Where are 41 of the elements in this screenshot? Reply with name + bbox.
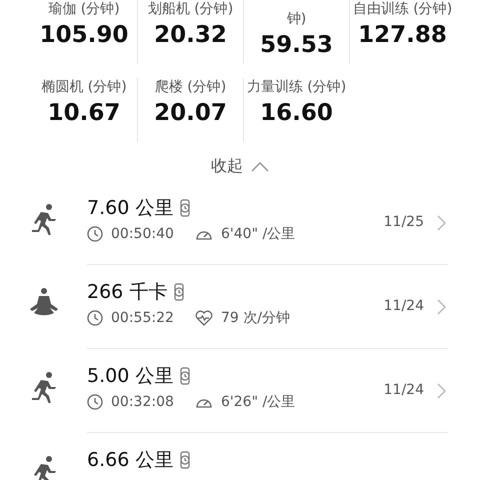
record-date: 11/25 — [384, 214, 424, 230]
duration-text: 00:50:40 — [111, 226, 174, 242]
record-title: 266 千卡 — [87, 280, 168, 305]
clock-icon — [87, 310, 103, 326]
record-title: 7.60 公里 — [87, 196, 174, 221]
record-title: 5.00 公里 — [87, 364, 174, 389]
chevron-right-icon — [437, 215, 446, 231]
record-date: 11/24 — [384, 382, 424, 398]
watch-icon — [179, 199, 192, 217]
chevron-right-icon — [437, 299, 446, 315]
duration-text: 00:55:22 — [111, 310, 174, 326]
stat-label: 力量训练 (分钟) — [246, 78, 346, 96]
clock-icon — [87, 226, 103, 242]
metric-text: 6'26" /公里 — [221, 393, 296, 411]
stat-label: 自由训练 (分钟) — [352, 0, 452, 18]
stat-label: 钟) — [286, 10, 306, 28]
stat-value: 59.53 — [260, 32, 333, 58]
collapse-button[interactable]: 收起 — [211, 156, 269, 177]
meditation-icon — [28, 287, 60, 317]
record-date: 11/24 — [384, 298, 424, 314]
stat-label: 爬楼 (分钟) — [154, 78, 226, 96]
chevron-up-icon — [251, 162, 269, 172]
stat-value: 16.60 — [260, 100, 333, 126]
heart-rate-icon — [195, 310, 213, 326]
stat-value: 20.07 — [154, 100, 227, 126]
duration-text: 00:32:08 — [111, 394, 174, 410]
stat-value: 127.88 — [358, 22, 447, 48]
stat-value: 10.67 — [48, 100, 120, 126]
stat-label: 椭圆机 (分钟) — [41, 78, 127, 96]
stat-value: 105.90 — [40, 22, 128, 48]
stat-value: 20.32 — [154, 22, 227, 48]
watch-icon — [179, 451, 192, 469]
metric-text: 79 次/分钟 — [221, 309, 290, 327]
stat-label: 划船机 (分钟) — [148, 0, 234, 18]
stat-label: 瑜伽 (分钟) — [48, 0, 120, 18]
clock-icon — [87, 394, 103, 410]
chevron-right-icon — [437, 383, 446, 399]
metric-text: 6'40" /公里 — [221, 225, 296, 243]
watch-icon — [179, 367, 192, 385]
watch-icon — [173, 283, 186, 301]
record-title: 6.66 公里 — [87, 448, 174, 473]
